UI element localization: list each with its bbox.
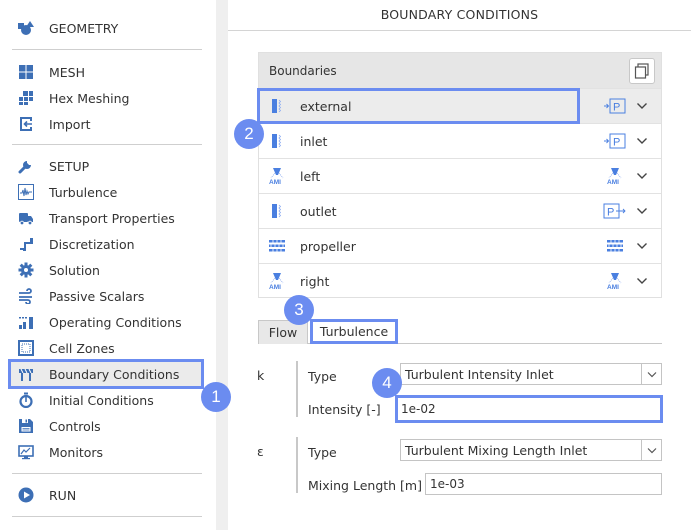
expand-chevron-icon[interactable] <box>635 207 649 215</box>
sidebar-item-solution[interactable]: Solution <box>10 257 202 283</box>
sidebar-item-setup[interactable]: SETUP <box>10 153 202 179</box>
tab-turbulence[interactable]: Turbulence <box>310 319 398 344</box>
sidebar-item-hex-meshing[interactable]: Hex Meshing <box>10 85 202 111</box>
ami-icon: AMI <box>267 272 287 290</box>
intensity-label: Intensity [-] <box>308 402 381 417</box>
copy-button[interactable] <box>629 57 655 84</box>
chevron-down-icon <box>641 364 661 384</box>
wall-icon <box>267 132 287 150</box>
group-divider <box>296 437 298 493</box>
play-icon <box>16 485 36 505</box>
divider <box>12 49 202 50</box>
annotation-badge-2: 2 <box>234 119 264 149</box>
ami-icon: AMI <box>603 272 627 290</box>
svg-text:AMI: AMI <box>607 179 619 185</box>
cell-zones-icon <box>16 338 36 358</box>
annotation-badge-4: 4 <box>372 368 402 398</box>
mixing-length-label: Mixing Length [m] <box>308 478 422 493</box>
k-type-label: Type <box>308 369 337 384</box>
pressure-inlet-icon: P <box>603 97 627 115</box>
tab-bar: Flow Turbulence <box>258 319 662 344</box>
svg-text:P: P <box>613 102 620 114</box>
sidebar-item-turbulence[interactable]: Turbulence <box>10 179 202 205</box>
svg-text:AMI: AMI <box>607 284 619 290</box>
barrier-icon <box>16 364 36 384</box>
sidebar-item-geometry[interactable]: GEOMETRY <box>10 15 202 41</box>
wrench-icon <box>16 156 36 176</box>
boundary-row-right[interactable]: AMI right AMI <box>259 263 661 298</box>
expand-chevron-icon[interactable] <box>635 137 649 145</box>
geometry-icon <box>16 18 36 38</box>
epsilon-type-select[interactable]: Turbulent Mixing Length Inlet <box>400 439 662 461</box>
annotation-badge-1: 1 <box>201 382 231 412</box>
chevron-down-icon <box>641 440 661 460</box>
expand-chevron-icon[interactable] <box>635 172 649 180</box>
boundary-row-outlet[interactable]: outlet P <box>259 193 661 228</box>
sidebar-item-passive-scalars[interactable]: Passive Scalars <box>10 283 202 309</box>
pressure-outlet-icon: P <box>603 202 627 220</box>
expand-chevron-icon[interactable] <box>635 102 649 110</box>
sidebar-scrollbar[interactable] <box>216 0 228 530</box>
mixing-length-input[interactable] <box>425 473 662 495</box>
epsilon-type-label: Type <box>308 445 337 460</box>
sidebar-item-monitors[interactable]: Monitors <box>10 439 202 465</box>
ami-icon: AMI <box>603 167 627 185</box>
divider <box>12 144 202 145</box>
annotation-badge-3: 3 <box>284 295 314 325</box>
group-divider <box>296 361 298 417</box>
sidebar-item-discretization[interactable]: Discretization <box>10 231 202 257</box>
sidebar-item-boundary-conditions[interactable]: Boundary Conditions <box>8 359 204 389</box>
k-type-select[interactable]: Turbulent Intensity Inlet <box>400 363 662 385</box>
sidebar: GEOMETRY MESH Hex Meshing Import SETUP T… <box>0 0 216 530</box>
save-icon <box>16 416 36 436</box>
bar-chart-icon <box>16 312 36 332</box>
discretization-icon <box>16 234 36 254</box>
boundaries-header: Boundaries <box>259 53 661 88</box>
svg-text:AMI: AMI <box>269 179 281 185</box>
boundary-row-propeller[interactable]: propeller <box>259 228 661 263</box>
wall-icon <box>267 97 287 115</box>
svg-text:P: P <box>613 137 620 149</box>
boundary-row-external[interactable]: external P <box>259 88 661 123</box>
mesh-icon <box>16 62 36 82</box>
pressure-inlet-icon: P <box>603 132 627 150</box>
sidebar-item-transport-properties[interactable]: Transport Properties <box>10 205 202 231</box>
expand-chevron-icon[interactable] <box>635 277 649 285</box>
epsilon-symbol: ε <box>257 444 264 459</box>
import-icon <box>16 114 36 134</box>
truck-icon <box>16 208 36 228</box>
stopwatch-icon <box>16 390 36 410</box>
grid-wall-icon <box>603 237 627 255</box>
divider <box>228 30 691 31</box>
k-symbol: k <box>257 368 265 383</box>
boundaries-panel: Boundaries external P inlet P AMI left A… <box>258 52 662 298</box>
main-panel: BOUNDARY CONDITIONS Boundaries external … <box>228 0 691 530</box>
boundaries-title: Boundaries <box>269 63 337 78</box>
grid-wall-icon <box>267 237 287 255</box>
gear-icon <box>16 260 36 280</box>
expand-chevron-icon[interactable] <box>635 242 649 250</box>
divider <box>12 473 202 474</box>
boundary-row-inlet[interactable]: inlet P <box>259 123 661 158</box>
svg-text:AMI: AMI <box>269 284 281 290</box>
boundary-row-left[interactable]: AMI left AMI <box>259 158 661 193</box>
sidebar-item-controls[interactable]: Controls <box>10 413 202 439</box>
monitor-icon <box>16 442 36 462</box>
sidebar-item-import[interactable]: Import <box>10 111 202 137</box>
sidebar-item-initial-conditions[interactable]: Initial Conditions <box>10 387 202 413</box>
turbulence-icon <box>16 182 36 202</box>
copy-icon <box>634 62 650 79</box>
sidebar-item-mesh[interactable]: MESH <box>10 59 202 85</box>
svg-text:P: P <box>607 207 614 219</box>
hex-meshing-icon <box>16 88 36 108</box>
ami-icon: AMI <box>267 167 287 185</box>
divider <box>12 516 202 517</box>
sidebar-item-operating-conditions[interactable]: Operating Conditions <box>10 309 202 335</box>
page-title: BOUNDARY CONDITIONS <box>380 7 539 22</box>
intensity-input[interactable] <box>395 395 663 423</box>
wind-icon <box>16 286 36 306</box>
wall-icon <box>267 202 287 220</box>
sidebar-item-cell-zones[interactable]: Cell Zones <box>10 335 202 361</box>
sidebar-item-run[interactable]: RUN <box>10 482 202 508</box>
